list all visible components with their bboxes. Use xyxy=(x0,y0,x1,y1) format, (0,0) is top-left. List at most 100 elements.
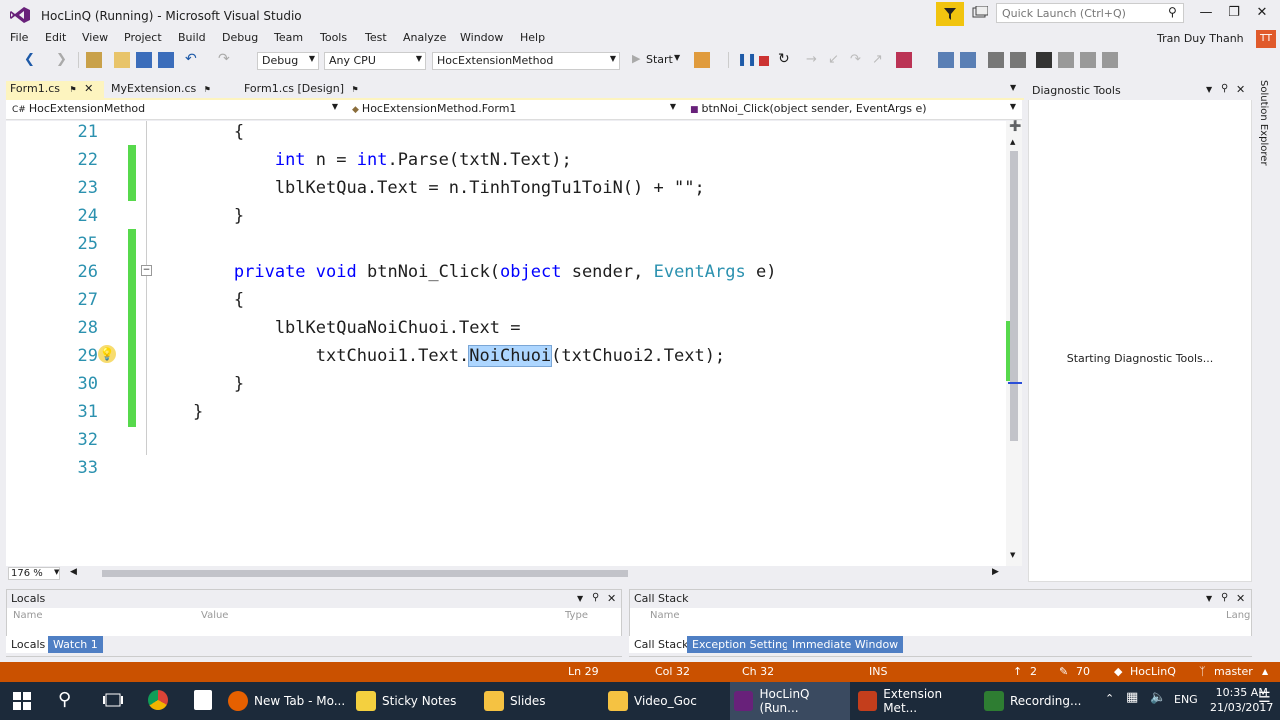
split-editor-icon[interactable]: ➕ xyxy=(1009,121,1021,132)
taskbar-app-slides[interactable]: Slides xyxy=(484,682,602,720)
pause-icon[interactable]: ❚❚ xyxy=(737,52,757,66)
project-nav-dropdown[interactable]: C# HocExtensionMethod ▼ xyxy=(8,101,342,118)
menu-build[interactable]: Build xyxy=(178,31,206,44)
pin-icon[interactable]: ⚑ xyxy=(69,85,76,94)
prev-bookmark-icon[interactable] xyxy=(1058,52,1074,68)
repo-icon[interactable]: ◆ xyxy=(1114,665,1122,678)
tab-call-stack[interactable]: Call Stack xyxy=(629,636,694,653)
tray-chevron-icon[interactable]: ⌃ xyxy=(1105,692,1114,705)
close-icon[interactable]: ✕ xyxy=(607,592,616,605)
horizontal-scroll-thumb[interactable] xyxy=(102,570,628,577)
close-icon[interactable]: ✕ xyxy=(1236,592,1245,605)
redo-icon[interactable]: ↷ xyxy=(218,51,230,67)
code-line[interactable]: 31 } xyxy=(6,398,1006,426)
stop-icon[interactable] xyxy=(759,56,769,66)
taskbar-app-powerpoint[interactable]: Extension Met... xyxy=(858,682,976,720)
status-repo[interactable]: HocLinQ xyxy=(1130,665,1176,678)
step-into-icon[interactable]: ↙ xyxy=(828,52,839,67)
network-icon[interactable]: ▦ xyxy=(1126,690,1138,705)
pin-icon[interactable]: ⚑ xyxy=(204,85,211,94)
tab-watch1[interactable]: Watch 1 xyxy=(48,636,103,653)
chevron-down-icon[interactable]: ▼ xyxy=(577,594,583,603)
code-line[interactable]: 26 private void btnNoi_Click(object send… xyxy=(6,258,1006,286)
quick-launch-input[interactable]: Quick Launch (Ctrl+Q) xyxy=(996,3,1184,23)
hex-display-icon[interactable] xyxy=(896,52,912,68)
chevron-down-icon[interactable]: ▼ xyxy=(1206,85,1212,94)
pin-icon[interactable]: ⚲ xyxy=(592,592,599,603)
column-value[interactable]: Value xyxy=(201,610,228,621)
code-line[interactable]: 29 txtChuoi1.Text.NoiChuoi(txtChuoi2.Tex… xyxy=(6,342,1006,370)
code-line[interactable]: 25 xyxy=(6,230,1006,258)
column-name[interactable]: Name xyxy=(13,610,43,621)
platform-dropdown[interactable]: Any CPU ▼ xyxy=(324,52,426,70)
menu-test[interactable]: Test xyxy=(365,31,387,44)
zoom-level-dropdown[interactable]: 176 % xyxy=(8,567,60,580)
column-type[interactable]: Type xyxy=(565,610,588,621)
step-over-icon[interactable]: ↷ xyxy=(850,52,861,67)
pin-icon[interactable]: ⚲ xyxy=(1221,592,1228,603)
scroll-left-icon[interactable]: ◀ xyxy=(70,567,77,577)
chevron-up-icon[interactable]: ▲ xyxy=(1262,667,1268,676)
menu-help[interactable]: Help xyxy=(520,31,545,44)
chevron-down-icon[interactable]: ▼ xyxy=(674,53,680,62)
close-button[interactable]: ✕ xyxy=(1250,5,1274,23)
new-project-icon[interactable] xyxy=(86,52,102,68)
tab-form1-cs[interactable]: Form1.cs ⚑ ✕ xyxy=(6,81,104,98)
code-line[interactable]: 30 } xyxy=(6,370,1006,398)
tab-overflow-icon[interactable]: ▼ xyxy=(1010,83,1016,92)
menu-project[interactable]: Project xyxy=(124,31,162,44)
notifications-icon[interactable] xyxy=(972,6,988,20)
status-unpushed[interactable]: 2 xyxy=(1030,665,1037,678)
solution-config-dropdown[interactable]: Debug ▼ xyxy=(257,52,319,70)
scroll-up-icon[interactable]: ▲ xyxy=(1010,138,1015,146)
comment-icon[interactable] xyxy=(988,52,1004,68)
scroll-down-icon[interactable]: ▼ xyxy=(1010,551,1015,559)
scroll-right-icon[interactable]: ▶ xyxy=(992,567,999,577)
solution-explorer-sidetab[interactable]: Solution Explorer xyxy=(1258,80,1274,170)
restart-icon[interactable]: ↻ xyxy=(778,51,790,67)
browser-link-icon[interactable] xyxy=(694,52,710,68)
start-play-icon[interactable]: ▶ xyxy=(632,52,640,65)
windows-start-icon[interactable] xyxy=(13,692,31,710)
code-line[interactable]: 22 int n = int.Parse(txtN.Text); xyxy=(6,146,1006,174)
code-line[interactable]: 33 xyxy=(6,454,1006,482)
next-bookmark-icon[interactable] xyxy=(1080,52,1096,68)
taskbar-app-firefox[interactable]: New Tab - Mo... xyxy=(228,682,346,720)
code-editor[interactable]: − 💡 21 {22 int n = int.Parse(txtN.Text);… xyxy=(6,121,1006,566)
taskbar-app-recording[interactable]: Recording... xyxy=(984,682,1084,720)
code-line[interactable]: 27 { xyxy=(6,286,1006,314)
uncomment-icon[interactable] xyxy=(1010,52,1026,68)
pencil-icon[interactable]: ✎ xyxy=(1059,665,1068,678)
tab-immediate-window[interactable]: Immediate Window xyxy=(787,636,904,653)
editor-horizontal-scrollbar[interactable]: 176 % ▼ ◀ ▶ xyxy=(6,566,1022,582)
save-all-icon[interactable] xyxy=(158,52,174,68)
publish-up-icon[interactable]: ↑ xyxy=(1013,665,1022,678)
open-file-icon[interactable] xyxy=(114,52,130,68)
column-name[interactable]: Name xyxy=(650,610,680,621)
branch-icon[interactable]: ᛉ xyxy=(1199,665,1206,678)
code-line[interactable]: 23 lblKetQua.Text = n.TinhTongTu1ToiN() … xyxy=(6,174,1006,202)
chevron-down-icon[interactable]: ▼ xyxy=(54,568,59,576)
notification-center-icon[interactable]: ☰ xyxy=(1258,690,1271,706)
back-icon[interactable]: ❮ xyxy=(24,52,35,67)
bookmark-icon[interactable] xyxy=(1036,52,1052,68)
scroll-thumb[interactable] xyxy=(1010,151,1018,441)
tab-myextension-cs[interactable]: MyExtension.cs ⚑ xyxy=(111,82,211,95)
editor-vertical-scrollbar[interactable]: ➕ ▲ ▼ xyxy=(1006,121,1022,566)
code-line[interactable]: 32 xyxy=(6,426,1006,454)
language-indicator[interactable]: ENG xyxy=(1174,693,1198,706)
chevron-down-icon[interactable]: ▼ xyxy=(1206,594,1212,603)
menu-window[interactable]: Window xyxy=(460,31,503,44)
tab-exception-settings[interactable]: Exception Settings xyxy=(687,636,800,653)
calculator-icon[interactable] xyxy=(194,690,212,710)
volume-icon[interactable]: 🔈 xyxy=(1150,690,1166,705)
pin-icon[interactable]: ⚲ xyxy=(1221,83,1228,94)
code-line[interactable]: 21 { xyxy=(6,118,1006,146)
class-nav-dropdown[interactable]: ◆ HocExtensionMethod.Form1 ▼ xyxy=(348,101,680,118)
code-line[interactable]: 28 lblKetQuaNoiChuoi.Text = xyxy=(6,314,1006,342)
tab-locals[interactable]: Locals xyxy=(6,636,51,653)
menu-file[interactable]: File xyxy=(10,31,28,44)
show-next-statement-icon[interactable]: → xyxy=(806,52,817,67)
pin-icon[interactable]: ⚑ xyxy=(352,85,359,94)
status-branch[interactable]: master xyxy=(1214,665,1253,678)
